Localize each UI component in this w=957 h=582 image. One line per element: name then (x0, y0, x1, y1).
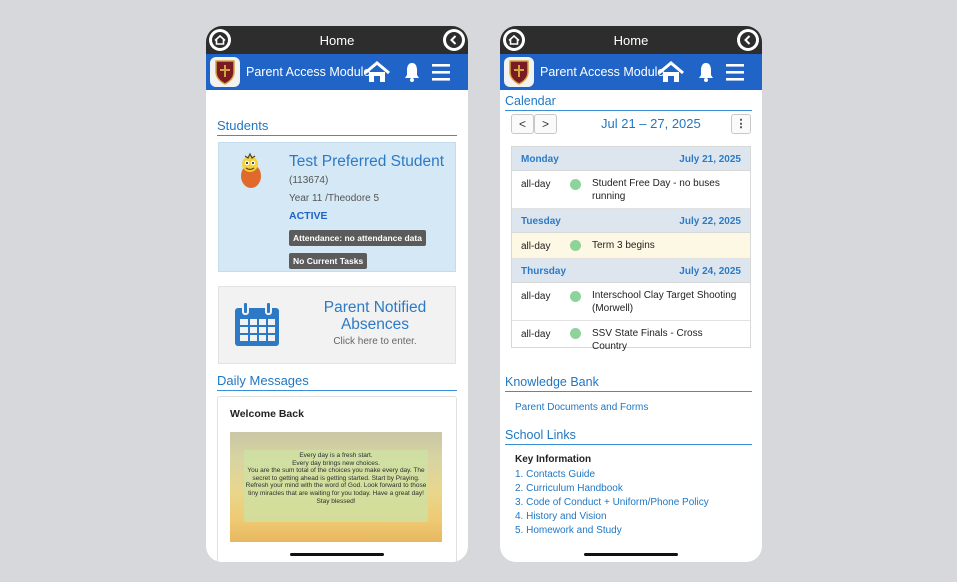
student-name[interactable]: Test Preferred Student (113674) (289, 153, 454, 189)
daily-messages-heading: Daily Messages (217, 373, 457, 391)
students-heading: Students (217, 118, 457, 136)
parent-documents-link[interactable]: Parent Documents and Forms (515, 402, 648, 413)
calendar-event[interactable]: all-day SSV State Finals - Cross Country (512, 321, 750, 352)
home-icon[interactable] (364, 61, 390, 88)
menu-icon[interactable] (432, 61, 450, 88)
calendar-agenda: Monday July 21, 2025 all-day Student Fre… (511, 146, 751, 352)
phone-screen-home: Home Parent Access Module Students Test … (206, 26, 468, 562)
calendar-toolbar: < > Jul 21 – 27, 2025 ⋮ (511, 114, 751, 138)
back-circle-icon[interactable] (443, 29, 465, 51)
student-id: (113674) (289, 175, 329, 186)
tasks-badge: No Current Tasks (289, 253, 368, 269)
event-time: all-day (521, 179, 551, 190)
calendar-icon (233, 300, 281, 353)
day-name: Tuesday (521, 216, 561, 227)
attendance-badge: Attendance: no attendance data (289, 230, 426, 246)
event-dot (570, 240, 581, 251)
link-curriculum-handbook[interactable]: 2. Curriculum Handbook (515, 482, 709, 496)
calendar-heading: Calendar (505, 94, 752, 111)
day-header-tuesday: Tuesday July 22, 2025 (512, 209, 750, 233)
absences-subtitle: Click here to enter. (333, 336, 417, 347)
student-avatar (232, 151, 270, 189)
date-range: Jul 21 – 27, 2025 (601, 116, 701, 131)
link-code-of-conduct[interactable]: 3. Code of Conduct + Uniform/Phone Polic… (515, 496, 709, 510)
phone-screen-calendar: Home Parent Access Module Calendar < > J… (500, 26, 762, 562)
home-indicator (290, 553, 384, 556)
school-links-list: 1. Contacts Guide 2. Curriculum Handbook… (515, 468, 709, 538)
screen-title: Home (319, 33, 355, 48)
bell-icon[interactable] (403, 61, 421, 88)
calendar-event[interactable]: all-day Term 3 begins (512, 233, 750, 259)
app-header: Parent Access Module (206, 54, 468, 90)
bell-icon[interactable] (697, 61, 715, 88)
link-contacts-guide[interactable]: 1. Contacts Guide (515, 468, 709, 482)
day-name: Monday (521, 154, 559, 165)
event-dot (570, 328, 581, 339)
top-bar: Home (206, 26, 468, 54)
event-title: SSV State Finals - Cross Country (592, 328, 703, 352)
student-year: Year 11 /Theodore 5 (289, 193, 380, 204)
student-status: ACTIVE (289, 210, 328, 222)
home-indicator (584, 553, 678, 556)
absences-title: Parent Notified Absences (323, 299, 427, 333)
event-title: Student Free Day - no buses running (592, 178, 720, 202)
previous-week-button[interactable]: < (511, 114, 534, 134)
next-week-button[interactable]: > (534, 114, 557, 134)
parent-notified-absences-card[interactable]: Parent Notified Absences Click here to e… (218, 286, 456, 364)
app-header: Parent Access Module (500, 54, 762, 90)
day-header-thursday: Thursday July 24, 2025 (512, 259, 750, 283)
message-body: Every day is a fresh start. Every day br… (244, 450, 428, 522)
message-card: Welcome Back Every day is a fresh start.… (217, 396, 457, 562)
event-title: Interschool Clay Target Shooting (Morwel… (592, 290, 737, 314)
calendar-event[interactable]: all-day Student Free Day - no buses runn… (512, 171, 750, 209)
back-circle-icon[interactable] (737, 29, 759, 51)
event-title: Term 3 begins (592, 240, 655, 251)
event-time: all-day (521, 291, 551, 302)
student-name-text: Test Preferred Student (289, 153, 445, 170)
day-header-monday: Monday July 21, 2025 (512, 147, 750, 171)
calendar-event[interactable]: all-day Interschool Clay Target Shooting… (512, 283, 750, 321)
event-time: all-day (521, 329, 551, 340)
key-information-label: Key Information (515, 454, 592, 465)
screen-title: Home (613, 33, 649, 48)
event-dot (570, 291, 581, 302)
day-date: July 24, 2025 (679, 266, 741, 277)
app-title: Parent Access Module (540, 65, 665, 79)
day-date: July 22, 2025 (679, 216, 741, 227)
day-name: Thursday (521, 266, 567, 277)
kebab-icon[interactable]: ⋮ (731, 114, 751, 134)
link-homework-and-study[interactable]: 5. Homework and Study (515, 524, 709, 538)
top-bar: Home (500, 26, 762, 54)
message-image: Every day is a fresh start. Every day br… (230, 432, 442, 542)
knowledge-bank-heading: Knowledge Bank (505, 375, 752, 392)
student-card[interactable]: Test Preferred Student (113674) Year 11 … (218, 142, 456, 272)
home-icon[interactable] (658, 61, 684, 88)
link-history-and-vision[interactable]: 4. History and Vision (515, 510, 709, 524)
message-title: Welcome Back (230, 408, 304, 420)
app-title: Parent Access Module (246, 65, 371, 79)
school-crest-icon (504, 57, 534, 87)
event-time: all-day (521, 241, 551, 252)
school-crest-icon (210, 57, 240, 87)
day-date: July 21, 2025 (679, 154, 741, 165)
menu-icon[interactable] (726, 61, 744, 88)
event-dot (570, 179, 581, 190)
school-links-heading: School Links (505, 428, 752, 445)
